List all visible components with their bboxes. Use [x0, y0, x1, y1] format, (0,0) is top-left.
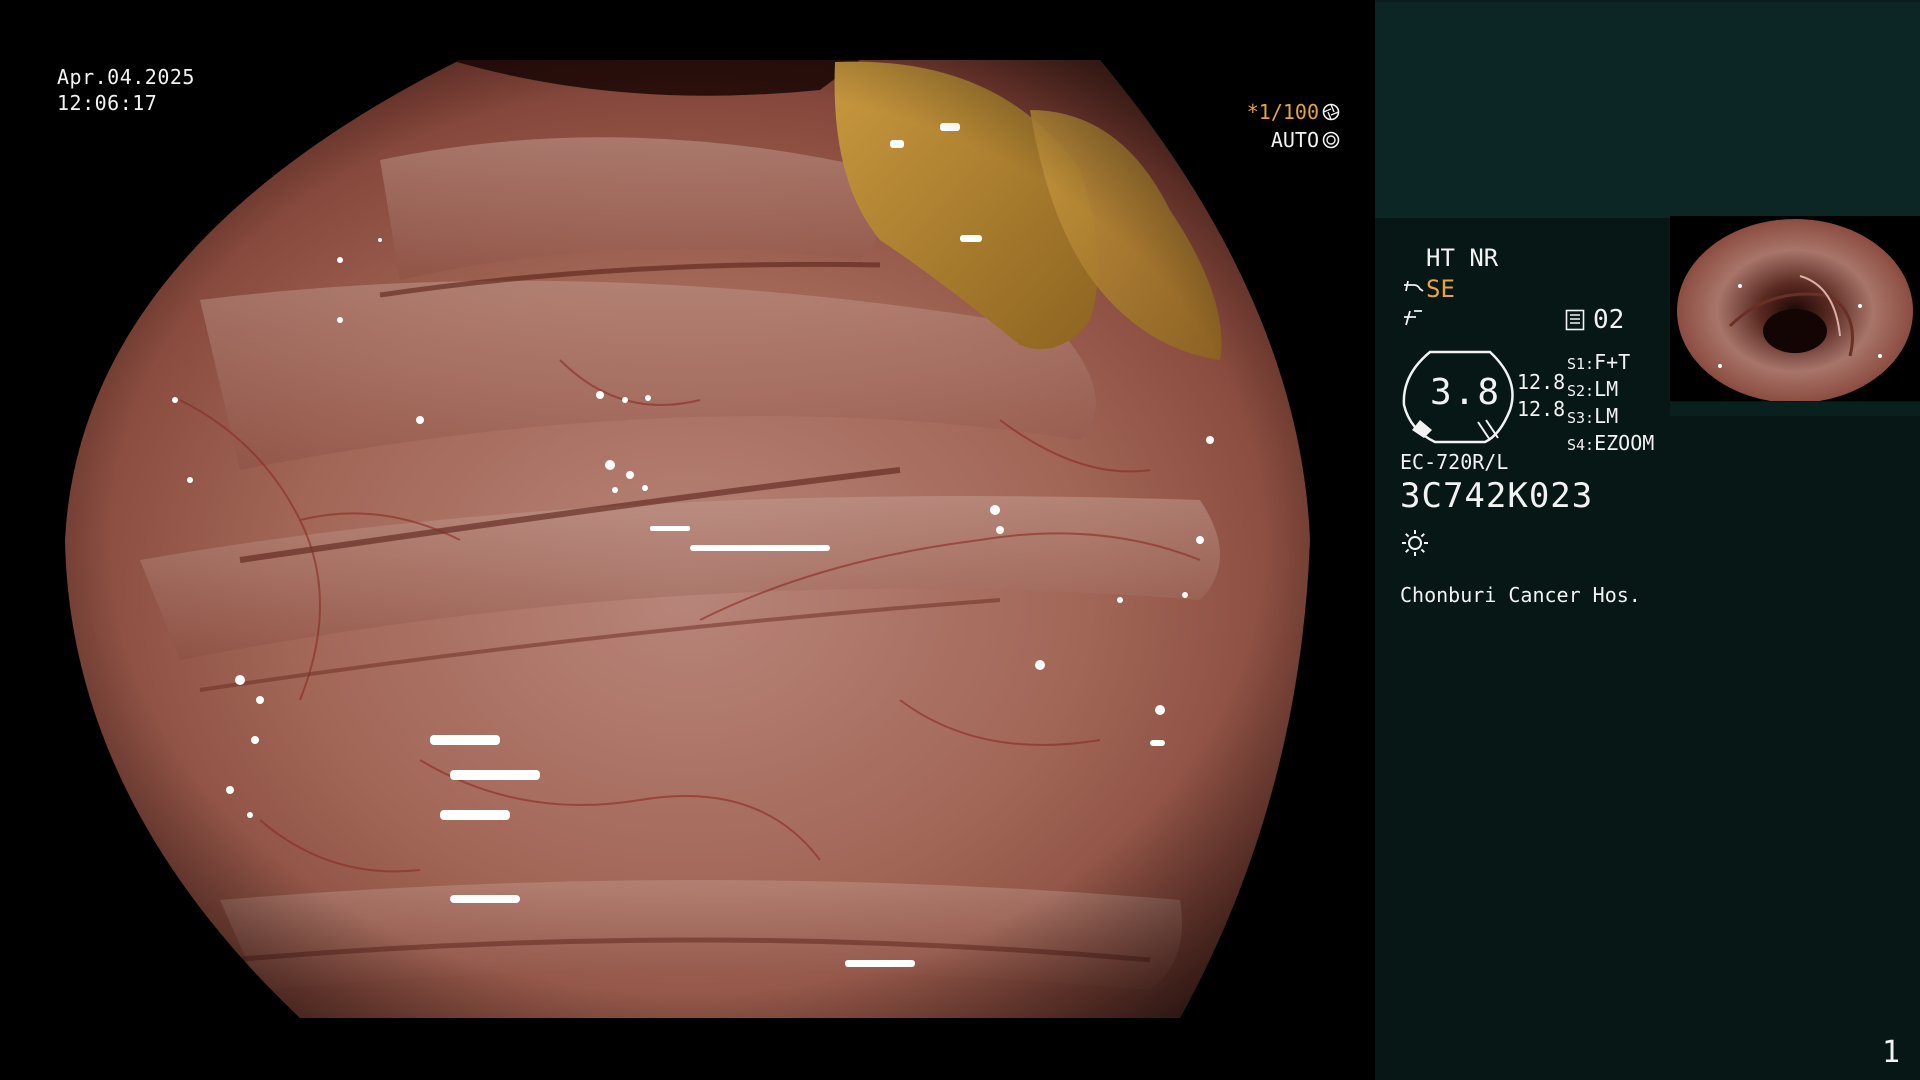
endoscopic-view — [65, 60, 1310, 1018]
hospital-name: Chonburi Cancer Hos. — [1400, 583, 1641, 607]
switch-slot-3: S3:LM — [1567, 404, 1619, 428]
structure-mode-text: SE — [1426, 275, 1455, 303]
memory-card-icon — [1565, 309, 1585, 331]
zoom-value: 3.8 — [1430, 372, 1502, 413]
light-source-indicator — [1400, 528, 1430, 564]
exposure-display: *1/100 AUTO — [1247, 98, 1340, 154]
info-panel-header — [1375, 0, 1920, 218]
enhancement-mode: HT NR — [1426, 244, 1499, 272]
info-panel: HT NR SE 02 3.8 12.8 12.8 S1:F+T S2:LM S… — [1375, 0, 1920, 1080]
switch-slot-4: S4:EZOOM — [1567, 431, 1655, 455]
gain-top: 12.8 — [1517, 370, 1566, 394]
switch-assignments: S1:F+T S2:LM S3:LM S4:EZOOM — [1567, 350, 1654, 458]
light-source-icon — [1402, 530, 1428, 556]
structure-mode-row: SE — [1402, 275, 1455, 303]
scope-model: EC-720R/L — [1400, 450, 1509, 474]
datetime-display: Apr.04.2025 12:06:17 — [57, 64, 195, 116]
switch-slot-2: S2:LM — [1567, 377, 1619, 401]
iris-mode-text: AUTO — [1270, 128, 1319, 152]
date-text: Apr.04.2025 — [57, 65, 195, 89]
time-text: 12:06:17 — [57, 91, 158, 115]
scope-serial: 3C742K023 — [1400, 476, 1594, 516]
color-enhance-row — [1402, 305, 1424, 333]
endoscope-image-area: Apr.04.2025 12:06:17 *1/100 AUTO — [0, 0, 1375, 1080]
captured-image-thumbnail[interactable] — [1670, 216, 1920, 401]
memory-slot: 02 — [1565, 305, 1624, 335]
color-enhance-icon — [1404, 310, 1422, 326]
switch-slot-1: S1:F+T — [1567, 350, 1631, 374]
page-number: 1 — [1881, 1035, 1900, 1070]
thumbnail-caption-bar — [1670, 402, 1920, 416]
iris-icon — [1322, 131, 1340, 149]
scope-icon — [1404, 280, 1424, 292]
aperture-icon — [1322, 103, 1340, 121]
shutter-speed-text: *1/100 — [1246, 100, 1319, 124]
memory-number-text: 02 — [1593, 305, 1625, 335]
gain-bottom: 12.8 — [1517, 397, 1566, 421]
